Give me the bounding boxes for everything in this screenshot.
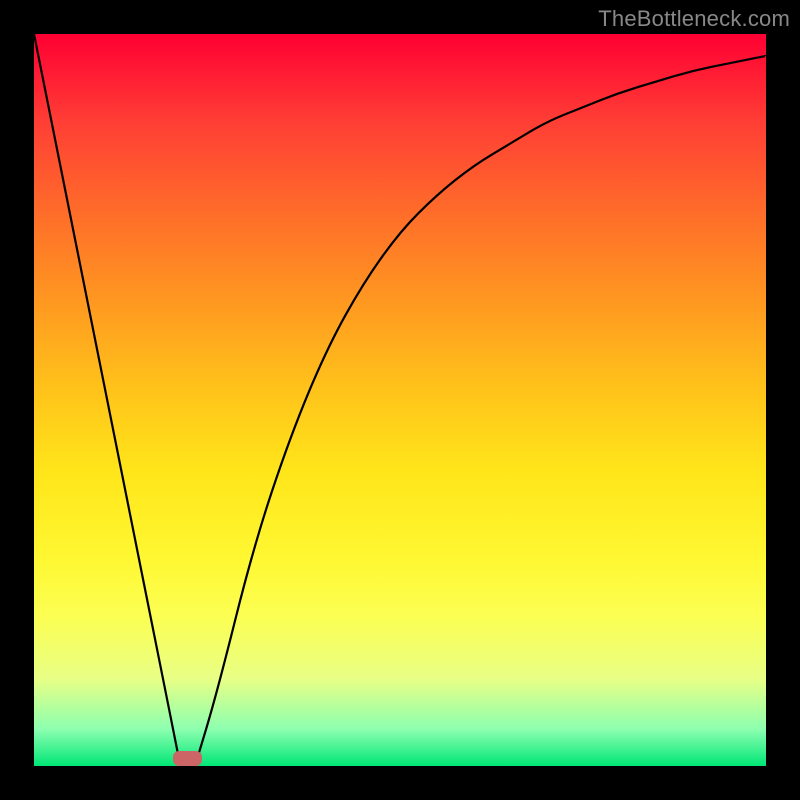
plot-area <box>34 34 766 766</box>
curve-left-segment <box>34 34 180 766</box>
watermark-label: TheBottleneck.com <box>598 6 790 32</box>
chart-frame: TheBottleneck.com <box>0 0 800 800</box>
curve-right-segment <box>195 56 766 766</box>
minimum-marker <box>173 751 202 766</box>
bottleneck-curve <box>34 34 766 766</box>
